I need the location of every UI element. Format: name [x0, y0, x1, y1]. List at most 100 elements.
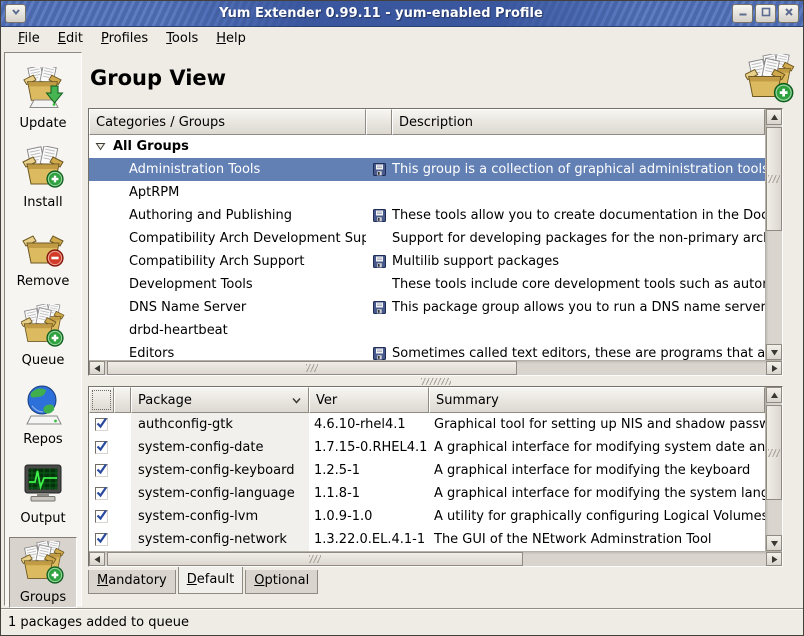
arrow-right-icon [770, 555, 779, 564]
package-row[interactable]: system-config-keyboard 1.2.5-1 A graphic… [89, 459, 765, 482]
menu-profiles[interactable]: Profiles [92, 29, 157, 48]
column-header-ver[interactable]: Ver [309, 387, 429, 413]
scroll-right-button[interactable] [766, 361, 782, 375]
disk-icon [366, 301, 392, 314]
arrow-left-icon [93, 364, 102, 373]
group-row[interactable]: drbd-heartbeat [89, 319, 765, 342]
package-checkbox[interactable] [95, 487, 108, 500]
column-header-package[interactable]: Package [131, 387, 309, 413]
sidebar-item-groups[interactable]: Groups [9, 537, 77, 608]
sidebar-item-update[interactable]: Update [9, 63, 77, 134]
package-summary: Graphical tool for setting up NIS and sh… [429, 417, 765, 432]
expander-open-icon[interactable] [95, 141, 106, 152]
maximize-button[interactable] [755, 4, 776, 23]
column-header-categories[interactable]: Categories / Groups [89, 109, 366, 135]
sidebar-item-queue[interactable]: Queue [9, 300, 77, 371]
scroll-left-button[interactable] [89, 361, 105, 375]
scroll-up-button[interactable] [766, 387, 782, 403]
package-summary: A graphical interface for modifying the … [429, 463, 765, 478]
package-checkbox[interactable] [95, 441, 108, 454]
status-text: 1 packages added to queue [8, 615, 189, 630]
scroll-thumb[interactable] [107, 361, 517, 375]
sidebar-item-output[interactable]: Output [9, 458, 77, 529]
column-header-check[interactable] [89, 387, 114, 413]
thumb-grip [309, 555, 321, 563]
scroll-down-button[interactable] [766, 535, 782, 551]
vertical-scrollbar[interactable] [765, 387, 782, 551]
scroll-thumb[interactable] [766, 127, 782, 231]
package-checkbox[interactable] [95, 533, 108, 546]
package-version: 1.0.9-1.0 [309, 509, 429, 524]
menu-tools[interactable]: Tools [157, 29, 207, 48]
package-row[interactable]: system-config-language 1.1.8-1 A graphic… [89, 482, 765, 505]
group-tree: All Groups Administration Tools This gro… [89, 135, 765, 360]
scroll-up-button[interactable] [766, 109, 782, 125]
group-name: Editors [89, 346, 366, 360]
package-list: authconfig-gtk 4.6.10-rhel4.1 Graphical … [89, 413, 765, 551]
sidebar-label: Update [19, 116, 66, 131]
sidebar-item-repos[interactable]: Repos [9, 379, 77, 450]
menu-edit[interactable]: Edit [49, 29, 92, 48]
sidebar-item-remove[interactable]: Remove [9, 221, 77, 292]
sidebar-label: Repos [23, 432, 62, 447]
group-row[interactable]: Compatibility Arch Development Support S… [89, 227, 765, 250]
scroll-right-button[interactable] [766, 552, 782, 566]
column-header-icon[interactable] [366, 109, 392, 135]
group-row[interactable]: Development Tools These tools include co… [89, 273, 765, 296]
disk-icon [366, 347, 392, 360]
maximize-icon [760, 6, 772, 22]
group-root-row[interactable]: All Groups [89, 135, 765, 158]
scroll-track[interactable] [105, 361, 766, 375]
vertical-scrollbar[interactable] [765, 109, 782, 360]
scroll-left-button[interactable] [89, 552, 105, 566]
column-header-flag[interactable] [114, 387, 131, 413]
tab-mandatory[interactable]: Mandatory [88, 570, 176, 594]
group-row[interactable]: Administration Tools This group is a col… [89, 158, 765, 181]
check-icon [95, 465, 108, 476]
package-checkbox[interactable] [95, 418, 108, 431]
package-checkbox[interactable] [95, 464, 108, 477]
sidebar-item-install[interactable]: Install [9, 142, 77, 213]
group-row[interactable]: AptRPM [89, 181, 765, 204]
column-header-description[interactable]: Description [392, 109, 765, 135]
disk-icon [366, 163, 392, 176]
disk-icon [366, 255, 392, 268]
horizontal-scrollbar[interactable] [89, 551, 782, 566]
group-row[interactable]: Authoring and Publishing These tools all… [89, 204, 765, 227]
minimize-button[interactable] [732, 4, 753, 23]
group-row[interactable]: Compatibility Arch Support Multilib supp… [89, 250, 765, 273]
package-row[interactable]: authconfig-gtk 4.6.10-rhel4.1 Graphical … [89, 413, 765, 436]
scroll-track[interactable] [105, 552, 766, 566]
package-row[interactable]: system-config-date 1.7.15-0.RHEL4.1 A gr… [89, 436, 765, 459]
check-icon [95, 534, 108, 545]
column-header-summary[interactable]: Summary [429, 387, 765, 413]
window-menu-button[interactable] [5, 4, 26, 23]
package-name: system-config-date [131, 436, 309, 459]
scroll-thumb[interactable] [766, 405, 782, 500]
package-name: system-config-keyboard [131, 459, 309, 482]
scroll-track[interactable] [766, 403, 782, 535]
package-checkbox[interactable] [95, 510, 108, 523]
scroll-thumb[interactable] [107, 552, 523, 566]
menu-help[interactable]: Help [207, 29, 255, 48]
horizontal-scrollbar[interactable] [89, 360, 782, 375]
package-row[interactable]: system-config-lvm 1.0.9-1.0 A utility fo… [89, 505, 765, 528]
menubar: File Edit Profiles Tools Help [1, 27, 803, 49]
tab-optional[interactable]: Optional [245, 570, 318, 594]
package-version: 1.3.22.0.EL.4.1-1 [309, 532, 429, 547]
package-row[interactable]: system-config-network 1.3.22.0.EL.4.1-1 … [89, 528, 765, 551]
group-row[interactable]: DNS Name Server This package group allow… [89, 296, 765, 319]
package-name: system-config-lvm [131, 505, 309, 528]
close-button[interactable] [778, 4, 799, 23]
titlebar[interactable]: Yum Extender 0.99.11 - yum-enabled Profi… [1, 1, 803, 27]
scroll-down-button[interactable] [766, 344, 782, 360]
menu-file[interactable]: File [9, 29, 49, 48]
arrow-up-icon [770, 113, 779, 122]
scroll-track[interactable] [766, 125, 782, 344]
group-description: This group is a collection of graphical … [392, 162, 765, 177]
tab-default[interactable]: Default [178, 566, 244, 594]
package-summary: A utility for graphically configuring Lo… [429, 509, 765, 524]
group-view-pane: Categories / Groups Description All Grou… [88, 108, 783, 376]
pane-splitter[interactable] [88, 376, 783, 386]
group-row[interactable]: Editors Sometimes called text editors, t… [89, 342, 765, 360]
